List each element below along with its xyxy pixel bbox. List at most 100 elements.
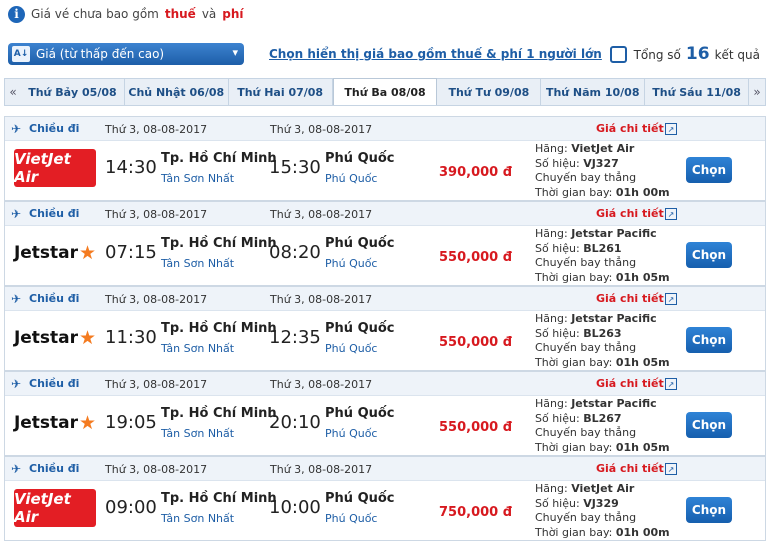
vietjet-logo: VietJet Air — [14, 149, 96, 187]
tab-date-1[interactable]: Chủ Nhật 06/08 — [125, 79, 229, 105]
info-icon: i — [8, 5, 25, 23]
sort-icon: A↓ — [12, 46, 30, 62]
price-notice: i Giá vé chưa bao gồm thuế và phí — [8, 4, 244, 24]
airline-label: Hãng: — [535, 227, 568, 240]
incl-price-checkbox[interactable] — [609, 45, 627, 63]
flight-header: ✈ Chiều đi Thứ 3, 08-08-2017 Thứ 3, 08-0… — [5, 287, 765, 311]
origin-airport: Tân Sơn Nhất — [161, 512, 235, 525]
tab-date-2[interactable]: Thứ Hai 07/08 — [229, 79, 333, 105]
flight-number: BL263 — [583, 326, 622, 340]
tab-date-6[interactable]: Thứ Sáu 11/08 — [645, 79, 750, 105]
airline-name: Jetstar Pacific — [571, 227, 657, 240]
tab-date-4[interactable]: Thứ Tư 09/08 — [437, 79, 542, 105]
arrival-date: Thứ 3, 08-08-2017 — [270, 208, 373, 221]
tab-date-5[interactable]: Thứ Năm 10/08 — [541, 79, 646, 105]
flight-body: Jetstar ★ 11:30 Tp. Hồ Chí Minh Tân Sơn N… — [5, 311, 765, 371]
destination-airport: Phú Quốc — [325, 342, 378, 355]
flight-header: ✈ Chiều đi Thứ 3, 08-08-2017 Thứ 3, 08-0… — [5, 117, 765, 141]
choose-flight-button[interactable]: Chọn — [686, 497, 732, 523]
destination-city: Phú Quốc — [325, 321, 395, 336]
duration-label: Thời gian bay: — [535, 440, 613, 454]
direction-label: Chiều đi — [29, 122, 80, 135]
prev-dates-icon[interactable]: « — [5, 79, 21, 105]
direct-flight-label: Chuyến bay thẳng — [535, 256, 637, 269]
external-link-icon[interactable]: ↗ — [665, 123, 677, 135]
departure-date: Thứ 3, 08-08-2017 — [105, 208, 208, 221]
departure-time: 07:15 — [105, 242, 157, 263]
next-dates-icon[interactable]: » — [749, 79, 765, 105]
price-detail-link[interactable]: Giá chi tiết — [596, 122, 664, 135]
external-link-icon[interactable]: ↗ — [665, 293, 677, 305]
airline-name: VietJet Air — [571, 482, 635, 495]
flight-row: ✈ Chiều đi Thứ 3, 08-08-2017 Thứ 3, 08-0… — [4, 116, 766, 201]
price-detail-link[interactable]: Giá chi tiết — [596, 377, 664, 390]
arrival-time: 10:00 — [269, 497, 321, 518]
flight-number: BL261 — [583, 241, 622, 255]
airline-name: VietJet Air — [571, 142, 635, 155]
choose-flight-button[interactable]: Chọn — [686, 412, 732, 438]
flight-number-label: Số hiệu: — [535, 156, 580, 170]
jetstar-logo: Jetstar ★ — [14, 404, 96, 442]
notice-prefix: Giá vé chưa bao gồm — [31, 7, 159, 21]
flight-row: ✈ Chiều đi Thứ 3, 08-08-2017 Thứ 3, 08-0… — [4, 371, 766, 456]
destination-city: Phú Quốc — [325, 406, 395, 421]
departure-time: 14:30 — [105, 157, 157, 178]
origin-city: Tp. Hồ Chí Minh — [161, 491, 277, 506]
flight-list: ✈ Chiều đi Thứ 3, 08-08-2017 Thứ 3, 08-0… — [4, 116, 766, 541]
price-detail-link[interactable]: Giá chi tiết — [596, 462, 664, 475]
direction-label: Chiều đi — [29, 377, 80, 390]
direct-flight-label: Chuyến bay thẳng — [535, 171, 637, 184]
destination-airport: Phú Quốc — [325, 257, 378, 270]
chevron-down-icon: ▾ — [232, 46, 238, 59]
airline-label: Hãng: — [535, 312, 568, 325]
star-icon: ★ — [79, 327, 97, 349]
flight-number-label: Số hiệu: — [535, 326, 580, 340]
origin-city: Tp. Hồ Chí Minh — [161, 406, 277, 421]
duration-line: Thời gian bay: 01h 05m — [535, 356, 670, 371]
airline-label: Hãng: — [535, 142, 568, 155]
destination-airport: Phú Quốc — [325, 427, 378, 440]
arrival-date: Thứ 3, 08-08-2017 — [270, 463, 373, 476]
departure-time: 11:30 — [105, 327, 157, 348]
duration-line: Thời gian bay: 01h 05m — [535, 271, 670, 286]
jetstar-logo: Jetstar ★ — [14, 234, 96, 272]
fare-price: 550,000 đ — [439, 420, 513, 435]
price-detail-link[interactable]: Giá chi tiết — [596, 292, 664, 305]
sort-label: Giá (từ thấp đến cao) — [36, 47, 165, 61]
flight-number-label: Số hiệu: — [535, 411, 580, 425]
flight-number: VJ329 — [583, 496, 619, 510]
flight-number: BL267 — [583, 411, 622, 425]
external-link-icon[interactable]: ↗ — [665, 463, 677, 475]
flight-number-line: Số hiệu: BL263 — [535, 327, 670, 342]
total-prefix: Tổng số — [633, 48, 681, 62]
show-incl-price-link[interactable]: Chọn hiển thị giá bao gồm thuế & phí 1 n… — [269, 47, 602, 61]
flight-row: ✈ Chiều đi Thứ 3, 08-08-2017 Thứ 3, 08-0… — [4, 201, 766, 286]
airline-name: Jetstar Pacific — [571, 312, 657, 325]
flight-duration: 01h 00m — [615, 525, 670, 539]
choose-flight-button[interactable]: Chọn — [686, 157, 732, 183]
star-icon: ★ — [79, 412, 97, 434]
tab-date-3[interactable]: Thứ Ba 08/08 — [332, 78, 438, 105]
flight-number-line: Số hiệu: BL261 — [535, 242, 670, 257]
jetstar-wordmark: Jetstar — [13, 413, 79, 433]
notice-tax: thuế — [164, 7, 196, 21]
external-link-icon[interactable]: ↗ — [665, 208, 677, 220]
destination-city: Phú Quốc — [325, 151, 395, 166]
duration-label: Thời gian bay: — [535, 185, 613, 199]
duration-label: Thời gian bay: — [535, 525, 613, 539]
tab-date-0[interactable]: Thứ Bảy 05/08 — [21, 79, 125, 105]
price-detail-link[interactable]: Giá chi tiết — [596, 207, 664, 220]
jetstar-wordmark: Jetstar — [13, 328, 79, 348]
external-link-icon[interactable]: ↗ — [665, 378, 677, 390]
airline-line: Hãng: Jetstar Pacific — [535, 227, 670, 242]
fare-price: 550,000 đ — [439, 335, 513, 350]
flight-body: Jetstar ★ 07:15 Tp. Hồ Chí Minh Tân Sơn N… — [5, 226, 765, 286]
airline-label: Hãng: — [535, 482, 568, 495]
duration-line: Thời gian bay: 01h 00m — [535, 526, 670, 541]
jetstar-logo: Jetstar ★ — [14, 319, 96, 357]
sort-dropdown[interactable]: A↓ Giá (từ thấp đến cao) ▾ — [8, 43, 244, 65]
choose-flight-button[interactable]: Chọn — [686, 242, 732, 268]
flight-number-line: Số hiệu: BL267 — [535, 412, 670, 427]
choose-flight-button[interactable]: Chọn — [686, 327, 732, 353]
arrival-time: 15:30 — [269, 157, 321, 178]
